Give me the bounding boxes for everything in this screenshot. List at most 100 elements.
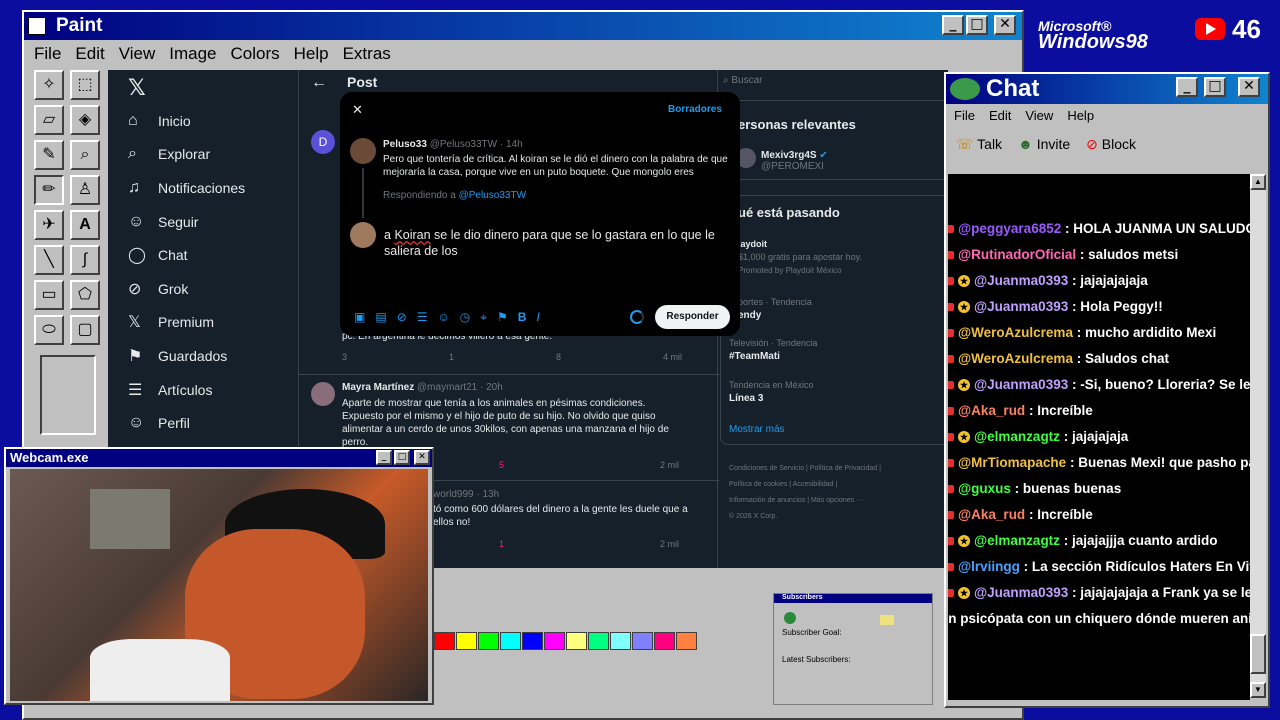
trend-item[interactable]: Televisión · Tendencia #TeamMati xyxy=(729,337,817,363)
rounded-rect-icon[interactable]: ▢ xyxy=(70,315,100,345)
nav-inicio[interactable]: ⌂ Inicio xyxy=(128,104,298,138)
palette-color[interactable] xyxy=(544,632,565,650)
menu-help[interactable]: Help xyxy=(294,44,329,64)
polygon-icon[interactable]: ⬠ xyxy=(70,280,100,310)
reply-count[interactable]: 3 xyxy=(342,352,347,362)
minimize-button[interactable]: _ xyxy=(376,450,392,465)
like-count[interactable]: 5 xyxy=(499,460,504,470)
palette-color[interactable] xyxy=(478,632,499,650)
ellipse-icon[interactable]: ⬭ xyxy=(34,315,64,345)
youtube-icon xyxy=(1195,18,1225,40)
pencil-icon[interactable]: ✏ xyxy=(34,175,64,205)
palette-color[interactable] xyxy=(676,632,697,650)
text-icon[interactable]: A xyxy=(70,210,100,240)
palette-color[interactable] xyxy=(588,632,609,650)
menu-colors[interactable]: Colors xyxy=(231,44,280,64)
like-count[interactable]: 1 xyxy=(499,539,504,549)
like-count[interactable]: 8 xyxy=(556,352,561,362)
reply-button[interactable]: Responder xyxy=(655,305,730,329)
menu-file[interactable]: File xyxy=(34,44,61,64)
repost-count[interactable]: 1 xyxy=(449,352,454,362)
view-count[interactable]: 4 mil xyxy=(663,352,682,362)
palette-color[interactable] xyxy=(632,632,653,650)
emoji-icon[interactable]: ☺ xyxy=(438,310,450,325)
palette-color[interactable] xyxy=(522,632,543,650)
nav-chat[interactable]: ◯ Chat xyxy=(128,238,298,272)
chat-menu-view[interactable]: View xyxy=(1025,108,1053,123)
minimize-button[interactable]: _ xyxy=(1176,77,1198,97)
grok-icon[interactable]: ⊘ xyxy=(397,310,407,325)
nav-perfil[interactable]: ☺ Perfil xyxy=(128,406,298,440)
show-more-link[interactable]: Mostrar más xyxy=(729,424,785,435)
replying-handle[interactable]: @Peluso33TW xyxy=(459,190,526,201)
fill-icon[interactable]: ◈ xyxy=(70,105,100,135)
menu-view[interactable]: View xyxy=(119,44,156,64)
nav-guardados[interactable]: ⚑ Guardados xyxy=(128,339,298,373)
x-logo[interactable]: 𝕏 xyxy=(128,76,146,101)
trend-item[interactable]: portes · Tendencia endy xyxy=(738,296,812,322)
block-button[interactable]: ⊘ Block xyxy=(1086,136,1136,153)
brush-icon[interactable]: ♙ xyxy=(70,175,100,205)
menu-image[interactable]: Image xyxy=(169,44,216,64)
location-icon[interactable]: ⌖ xyxy=(480,310,487,325)
maximize-button[interactable]: □ xyxy=(394,450,410,465)
palette-color[interactable] xyxy=(654,632,675,650)
gif-icon[interactable]: ▤ xyxy=(375,310,386,325)
airbrush-icon[interactable]: ✈ xyxy=(34,210,64,240)
maximize-button[interactable]: □ xyxy=(966,15,988,35)
nav-grok[interactable]: ⊘ Grok xyxy=(128,272,298,306)
invite-button[interactable]: ☻ Invite xyxy=(1018,136,1070,153)
subscribers-widget: Subscribers Subscriber Goal: Latest Subs… xyxy=(773,593,933,705)
reply-textarea[interactable]: a Koiran se le dio dinero para que se lo… xyxy=(384,227,729,259)
minimize-button[interactable]: _ xyxy=(942,15,964,35)
close-button[interactable]: ✕ xyxy=(414,450,430,465)
close-button[interactable]: ✕ xyxy=(994,15,1016,35)
palette-color[interactable] xyxy=(566,632,587,650)
nav-explorar[interactable]: ⌕ Explorar xyxy=(128,138,298,172)
talk-button[interactable]: ☏ Talk xyxy=(956,136,1002,153)
subscribers-title: Subscribers xyxy=(782,594,823,601)
chat-menu-edit[interactable]: Edit xyxy=(989,108,1011,123)
close-icon[interactable]: ✕ xyxy=(352,102,363,118)
ad-item[interactable]: laydoit $1,000 gratis para apostar hoy. Pr… xyxy=(738,238,862,277)
trend-item[interactable]: Tendencia en México Línea 3 xyxy=(729,379,814,405)
search-input[interactable]: ⌕ Buscar xyxy=(723,75,943,93)
chat-menu-help[interactable]: Help xyxy=(1067,108,1094,123)
chat-message: ★ @elmanzagtz : jajajajjja cuanto ardido xyxy=(948,528,1217,554)
rect-select-icon[interactable]: ⬚ xyxy=(70,70,100,100)
drafts-button[interactable]: Borradores xyxy=(668,104,722,115)
relevant-people-title: ersonas relevantes xyxy=(738,117,856,132)
close-button[interactable]: ✕ xyxy=(1238,77,1260,97)
eraser-icon[interactable]: ▱ xyxy=(34,105,64,135)
nav-premium[interactable]: 𝕏 Premium xyxy=(128,306,298,340)
menu-extras[interactable]: Extras xyxy=(343,44,391,64)
schedule-icon[interactable]: ◷ xyxy=(460,310,470,325)
palette-color[interactable] xyxy=(456,632,477,650)
chat-window: Chat _ □ ✕ File Edit View Help ☏ Talk ☻ … xyxy=(944,72,1270,708)
media-icon[interactable]: ▣ xyxy=(354,310,365,325)
palette-color[interactable] xyxy=(434,632,455,650)
poll-icon[interactable]: ☰ xyxy=(417,310,428,325)
nav-seguir[interactable]: ☺ Seguir xyxy=(128,205,298,239)
palette-color[interactable] xyxy=(610,632,631,650)
chat-scrollbar[interactable]: ▲ ▼ xyxy=(1250,174,1266,698)
nav-notificaciones[interactable]: ♫ Notificaciones xyxy=(128,171,298,205)
maximize-button[interactable]: □ xyxy=(1204,77,1226,97)
view-count[interactable]: 2 mil xyxy=(660,460,679,470)
free-select-icon[interactable]: ✧ xyxy=(34,70,64,100)
picker-icon[interactable]: ✎ xyxy=(34,140,64,170)
chat-menu-file[interactable]: File xyxy=(954,108,975,123)
view-count[interactable]: 2 mil xyxy=(660,539,679,549)
nav-articulos[interactable]: ☰ Artículos xyxy=(128,373,298,407)
curve-icon[interactable]: ∫ xyxy=(70,245,100,275)
italic-icon[interactable]: I xyxy=(536,310,539,325)
rectangle-icon[interactable]: ▭ xyxy=(34,280,64,310)
menu-edit[interactable]: Edit xyxy=(75,44,104,64)
line-icon[interactable]: ╲ xyxy=(34,245,64,275)
flag-icon[interactable]: ⚑ xyxy=(497,310,508,325)
back-arrow-icon[interactable]: ← xyxy=(311,74,327,92)
palette-color[interactable] xyxy=(500,632,521,650)
webcam-window: Webcam.exe _ □ ✕ xyxy=(4,447,434,705)
bold-icon[interactable]: B xyxy=(518,310,527,325)
magnifier-icon[interactable]: ⌕ xyxy=(70,140,100,170)
